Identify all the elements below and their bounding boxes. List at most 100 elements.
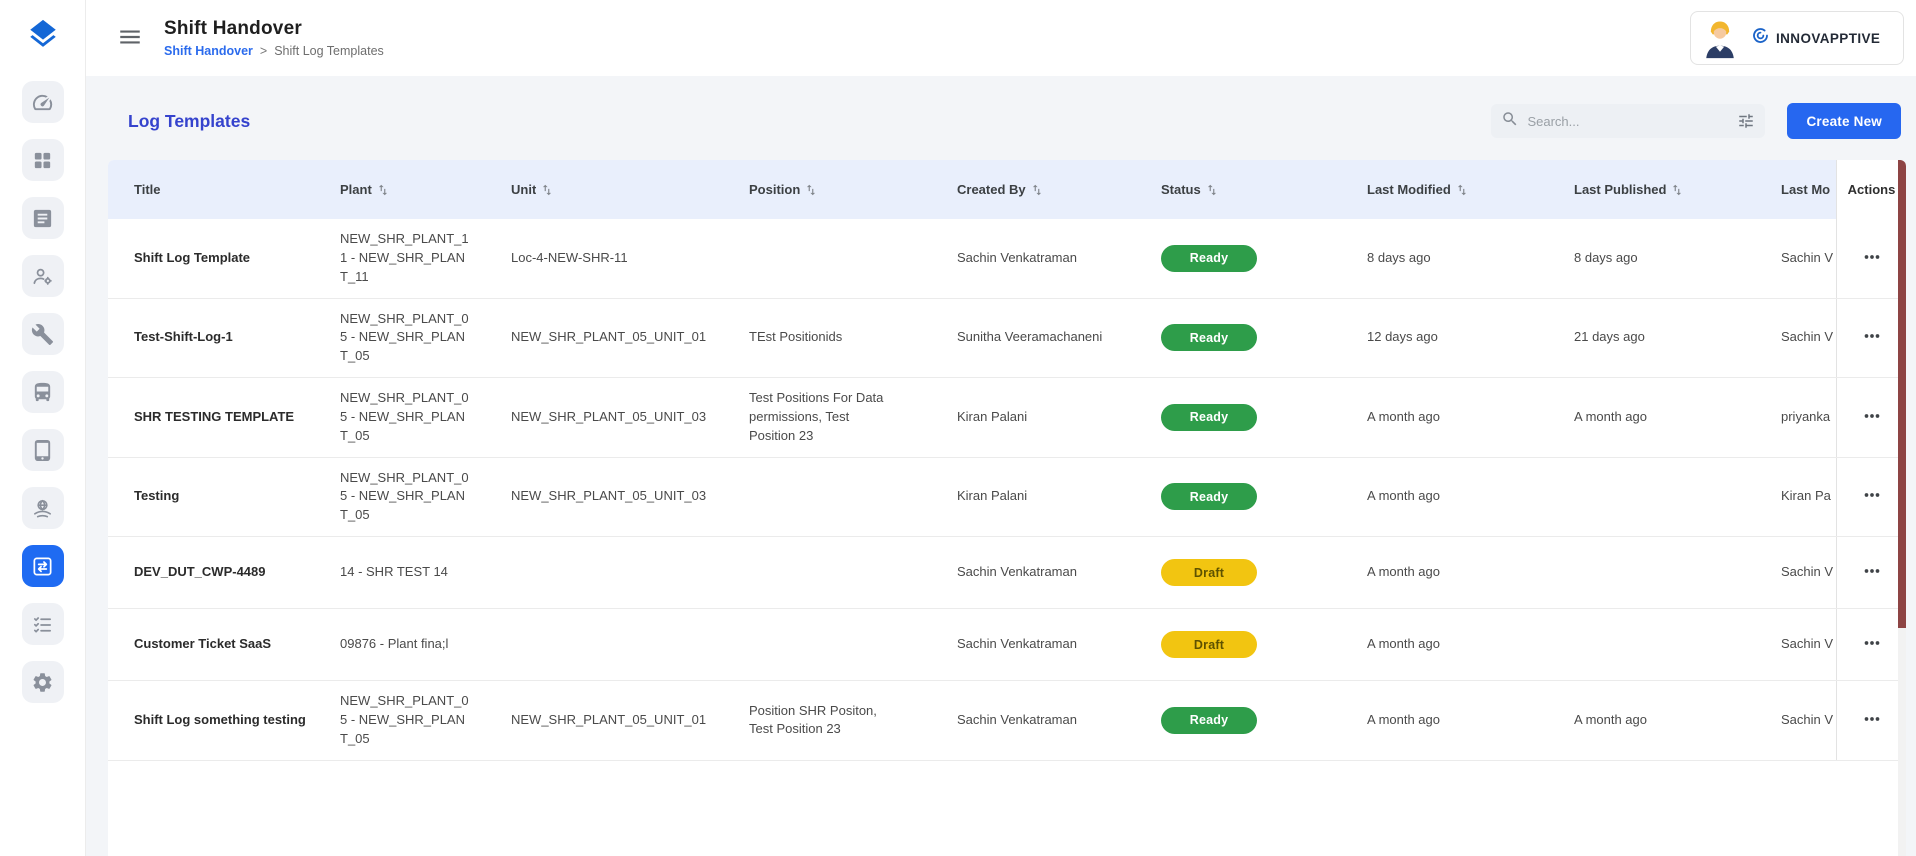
main-content: Log Templates Create New Title PlantUnitP… [86, 76, 1916, 856]
cell-last_modified: A month ago [1367, 624, 1574, 665]
brand-card: INNOVAPPTIVE [1690, 11, 1904, 65]
column-label: Last Modified [1367, 182, 1451, 197]
cell-title: DEV_DUT_CWP-4489 [108, 552, 340, 593]
sidebar-item-checklist[interactable] [22, 603, 64, 645]
user-avatar[interactable] [1697, 15, 1743, 61]
checklist-icon [31, 613, 54, 636]
cell-status: Draft [1161, 620, 1367, 669]
table-row[interactable]: Shift Log TemplateNEW_SHR_PLANT_11 - NEW… [108, 219, 1906, 299]
cell-actions [1836, 537, 1906, 608]
row-actions-button[interactable] [1855, 556, 1889, 590]
search-input[interactable] [1527, 114, 1729, 129]
page-title: Shift Handover [164, 18, 384, 40]
cell-title: Shift Log Template [108, 238, 340, 279]
topbar: Shift Handover Shift Handover > Shift Lo… [86, 0, 1916, 76]
cell-last_modified: A month ago [1367, 552, 1574, 593]
sidebar [0, 0, 86, 856]
column-header-created_by[interactable]: Created By [957, 160, 1161, 219]
cell-last_published [1574, 634, 1781, 656]
cell-unit: Loc-4-NEW-SHR-11 [511, 238, 749, 279]
cell-created_by: Sachin Venkatraman [957, 624, 1161, 665]
status-badge: Draft [1161, 631, 1257, 658]
sidebar-item-user-gear[interactable] [22, 255, 64, 297]
sidebar-item-hand-globe[interactable] [22, 487, 64, 529]
cell-position: TEst Positionids [749, 317, 957, 358]
sidebar-item-settings[interactable] [22, 661, 64, 703]
filter-icon[interactable] [1737, 112, 1755, 130]
cell-last_modified_by: Sachin V [1781, 317, 1836, 358]
more-horiz-icon [1861, 246, 1883, 271]
row-actions-button[interactable] [1855, 480, 1889, 514]
column-header-title: Title [108, 160, 340, 219]
column-header-unit[interactable]: Unit [511, 160, 749, 219]
cell-last_modified_by: Sachin V [1781, 238, 1836, 279]
sidebar-item-tools[interactable] [22, 313, 64, 355]
settings-icon [31, 671, 54, 694]
row-actions-button[interactable] [1855, 241, 1889, 275]
sort-icon [1030, 183, 1044, 197]
user-gear-icon [31, 265, 54, 288]
more-horiz-icon [1861, 484, 1883, 509]
cell-plant: NEW_SHR_PLANT_05 - NEW_SHR_PLANT_05 [340, 681, 511, 760]
column-header-last_modified[interactable]: Last Modified [1367, 160, 1574, 219]
sidebar-item-truck[interactable] [22, 371, 64, 413]
more-horiz-icon [1861, 325, 1883, 350]
sidebar-item-document[interactable] [22, 197, 64, 239]
search-icon [1501, 110, 1519, 133]
sidebar-item-gauge[interactable] [22, 81, 64, 123]
cell-created_by: Sunitha Veeramachaneni [957, 317, 1161, 358]
sidebar-item-grid[interactable] [22, 139, 64, 181]
column-label: Title [134, 182, 161, 197]
toolbar: Log Templates Create New [86, 76, 1916, 160]
status-badge: Ready [1161, 707, 1257, 734]
cell-last_published: A month ago [1574, 700, 1781, 741]
table-row[interactable]: TestingNEW_SHR_PLANT_05 - NEW_SHR_PLANT_… [108, 458, 1906, 538]
cell-last_published: 8 days ago [1574, 238, 1781, 279]
cell-plant: 09876 - Plant fina;l [340, 624, 511, 665]
hand-globe-icon [31, 497, 54, 520]
sidebar-item-tablet[interactable] [22, 429, 64, 471]
row-actions-button[interactable] [1855, 628, 1889, 662]
status-badge: Draft [1161, 559, 1257, 586]
status-badge: Ready [1161, 483, 1257, 510]
cell-unit [511, 562, 749, 584]
innovapptive-logo: INNOVAPPTIVE [1751, 26, 1880, 50]
column-header-plant[interactable]: Plant [340, 160, 511, 219]
table-row[interactable]: SHR TESTING TEMPLATENEW_SHR_PLANT_05 - N… [108, 378, 1906, 458]
cell-status: Ready [1161, 696, 1367, 745]
column-label: Actions [1848, 182, 1896, 197]
shift-handover-icon [31, 555, 54, 578]
row-actions-button[interactable] [1855, 321, 1889, 355]
cell-unit: NEW_SHR_PLANT_05_UNIT_01 [511, 700, 749, 741]
breadcrumb-link[interactable]: Shift Handover [164, 44, 253, 58]
cell-plant: NEW_SHR_PLANT_05 - NEW_SHR_PLANT_05 [340, 378, 511, 457]
column-header-last_published[interactable]: Last Published [1574, 160, 1781, 219]
column-header-status[interactable]: Status [1161, 160, 1367, 219]
table-row[interactable]: DEV_DUT_CWP-448914 - SHR TEST 14Sachin V… [108, 537, 1906, 609]
row-actions-button[interactable] [1855, 703, 1889, 737]
cell-last_modified_by: Sachin V [1781, 624, 1836, 665]
cell-title: SHR TESTING TEMPLATE [108, 397, 340, 438]
cell-status: Draft [1161, 548, 1367, 597]
cell-last_modified_by: Sachin V [1781, 552, 1836, 593]
table-row[interactable]: Shift Log something testingNEW_SHR_PLANT… [108, 681, 1906, 761]
cell-created_by: Sachin Venkatraman [957, 238, 1161, 279]
table-scrollbar[interactable] [1898, 160, 1906, 856]
table-body: Shift Log TemplateNEW_SHR_PLANT_11 - NEW… [108, 219, 1906, 761]
tools-icon [31, 323, 54, 346]
column-header-position[interactable]: Position [749, 160, 957, 219]
cell-unit [511, 634, 749, 656]
scrollbar-thumb[interactable] [1898, 160, 1906, 628]
create-new-button[interactable]: Create New [1787, 103, 1901, 139]
more-horiz-icon [1861, 405, 1883, 430]
sidebar-item-shift-handover[interactable] [22, 545, 64, 587]
cell-unit: NEW_SHR_PLANT_05_UNIT_03 [511, 397, 749, 438]
cell-unit: NEW_SHR_PLANT_05_UNIT_01 [511, 317, 749, 358]
cell-last_modified_by: Kiran Pa [1781, 476, 1836, 517]
menu-toggle-button[interactable] [112, 20, 148, 56]
table-row[interactable]: Customer Ticket SaaS09876 - Plant fina;l… [108, 609, 1906, 681]
cell-actions [1836, 681, 1906, 760]
cell-last_modified: 12 days ago [1367, 317, 1574, 358]
table-row[interactable]: Test-Shift-Log-1NEW_SHR_PLANT_05 - NEW_S… [108, 299, 1906, 379]
row-actions-button[interactable] [1855, 400, 1889, 434]
